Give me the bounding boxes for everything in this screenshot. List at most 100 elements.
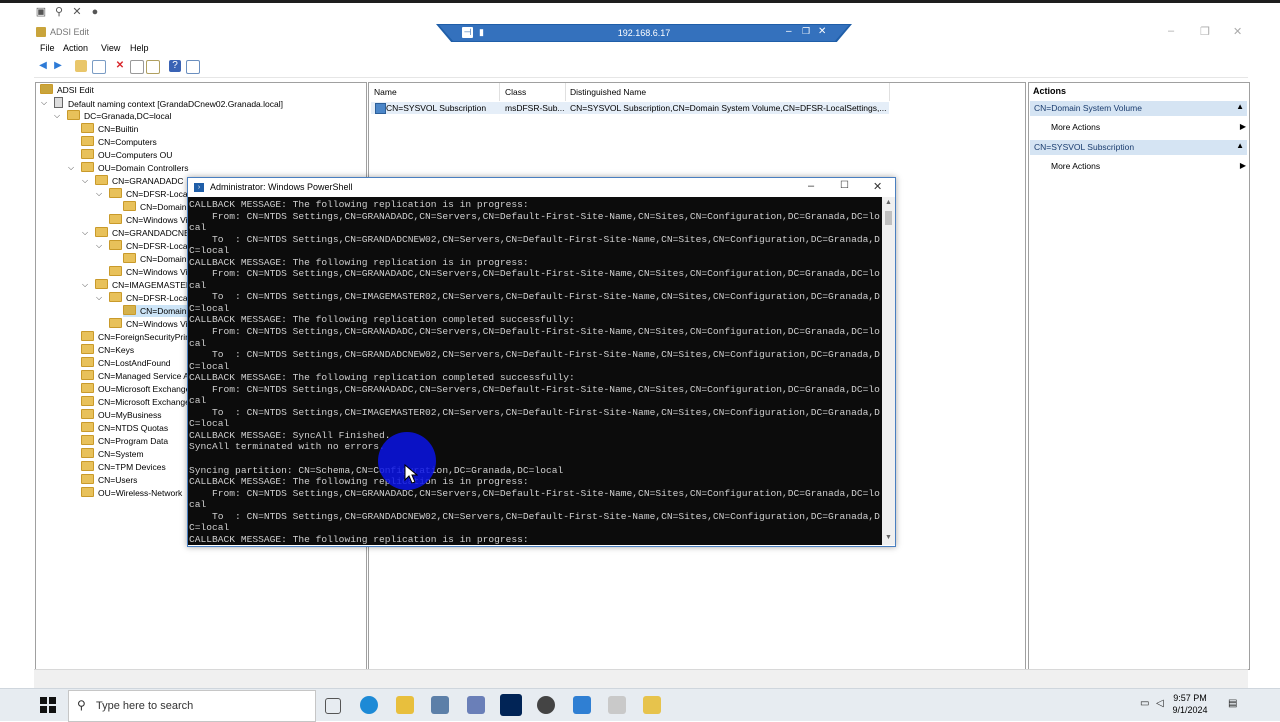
back-arrow-icon[interactable]: ◀ (37, 60, 49, 72)
collapse-up-icon[interactable]: ▲ (1236, 102, 1244, 111)
tree-item[interactable]: CN=Windows Vir (109, 266, 190, 278)
chevron-down-icon[interactable]: ⌵ (68, 162, 76, 174)
collapse-up-icon[interactable]: ▲ (1236, 141, 1244, 150)
powershell-titlebar[interactable]: › Administrator: Windows PowerShell – ☐ … (188, 178, 895, 197)
tree-item[interactable]: CN=LostAndFound (81, 357, 171, 369)
powershell-taskbar-icon[interactable] (500, 694, 522, 716)
tree-root[interactable]: ADSI Edit (40, 84, 94, 96)
restore-button[interactable]: ❐ (1200, 25, 1210, 38)
tree-item[interactable]: CN=Domain (123, 253, 187, 265)
chevron-down-icon[interactable]: ⌵ (82, 227, 90, 239)
tools-icon[interactable]: ✕ (71, 6, 83, 18)
ps-minimize-button[interactable]: – (808, 180, 814, 192)
tree-item[interactable]: CN=NTDS Quotas (81, 422, 168, 434)
column-header-dn[interactable]: Distinguished Name (570, 86, 646, 98)
clock[interactable]: 9:57 PM 9/1/2024 (1168, 692, 1212, 716)
tree-item[interactable]: CN=Managed Service Ac (81, 370, 193, 382)
scrollbar-thumb[interactable] (885, 211, 892, 225)
server-manager-icon[interactable] (431, 696, 449, 714)
more-actions-link[interactable]: More Actions (1051, 122, 1100, 132)
ps-close-button[interactable]: ✕ (873, 180, 882, 193)
column-divider[interactable] (889, 83, 890, 101)
edge-icon[interactable] (360, 696, 378, 714)
column-divider[interactable] (499, 83, 500, 101)
volume-icon[interactable]: ◁ (1156, 698, 1164, 709)
submenu-arrow-icon[interactable]: ▶ (1240, 122, 1246, 131)
tree-item[interactable]: CN=GRANADADC (95, 175, 184, 187)
tree-item[interactable]: CN=Program Data (81, 435, 168, 447)
remote-minimize-icon[interactable]: – (786, 26, 792, 37)
delete-icon[interactable]: ✕ (114, 60, 126, 72)
menu-file[interactable]: File (40, 43, 55, 53)
scroll-up-icon[interactable]: ▲ (885, 199, 892, 206)
tree-item[interactable]: CN=Keys (81, 344, 134, 356)
tree-item-selected[interactable]: CN=Domain (123, 305, 191, 317)
tree-item[interactable]: CN=Windows Vir (109, 318, 190, 330)
tree-naming-context[interactable]: Default naming context [GrandaDCnew02.Gr… (54, 97, 283, 109)
remote-connection-bar[interactable]: ⊣ ▮ 192.168.6.17 – ❐ ✕ (436, 24, 852, 43)
tree-item[interactable]: CN=ForeignSecurityPrin (81, 331, 190, 343)
column-divider[interactable] (565, 83, 566, 101)
tree-item[interactable]: CN=Windows Vir (109, 214, 190, 226)
minimize-button[interactable]: – (1168, 25, 1174, 37)
close-button[interactable]: ✕ (1233, 25, 1242, 38)
chevron-down-icon[interactable]: ⌵ (82, 279, 90, 291)
info-icon[interactable]: ● (89, 6, 101, 18)
tree-item[interactable]: CN=Microsoft Exchange (81, 396, 190, 408)
tree-item[interactable]: CN=DFSR-LocalS (109, 240, 195, 252)
tree-item[interactable]: OU=Microsoft Exchange (81, 383, 190, 395)
tree-item[interactable]: CN=IMAGEMASTER0 (95, 279, 197, 291)
show-action-pane-icon[interactable] (186, 60, 200, 74)
menu-action[interactable]: Action (63, 43, 88, 53)
remote-close-icon[interactable]: ✕ (818, 26, 826, 37)
chevron-down-icon[interactable]: ⌵ (54, 110, 62, 122)
taskbar-search-box[interactable]: ⚲ Type here to search (68, 690, 316, 722)
toolbox-icon[interactable]: ▣ (35, 6, 47, 18)
table-row[interactable]: CN=SYSVOL Subscription msDFSR-Sub... CN=… (371, 102, 889, 114)
more-actions-link[interactable]: More Actions (1051, 161, 1100, 171)
tree-item[interactable]: OU=Wireless-Network (81, 487, 182, 499)
document-icon[interactable] (608, 696, 626, 714)
tree-item[interactable]: CN=DFSR-LocalS (109, 292, 195, 304)
console-scrollbar[interactable]: ▲ ▼ (882, 197, 895, 545)
export-list-icon[interactable] (146, 60, 160, 74)
windows-start-icon[interactable] (40, 697, 56, 713)
menu-view[interactable]: View (101, 43, 120, 53)
show-hide-tree-icon[interactable] (92, 60, 106, 74)
task-view-icon[interactable] (325, 698, 341, 714)
chevron-down-icon[interactable]: ⌵ (96, 240, 104, 252)
tree-item[interactable]: CN=Builtin (81, 123, 138, 135)
column-header-name[interactable]: Name (374, 86, 397, 98)
key-icon[interactable]: ⚲ (53, 6, 65, 18)
chevron-down-icon[interactable]: ⌵ (82, 175, 90, 187)
notepad-icon[interactable] (643, 696, 661, 714)
network-tool-icon[interactable] (573, 696, 591, 714)
powershell-window[interactable]: › Administrator: Windows PowerShell – ☐ … (187, 177, 896, 547)
tree-item[interactable]: CN=Domain (123, 201, 187, 213)
network-icon[interactable]: ▭ (1140, 698, 1149, 709)
console-output[interactable]: CALLBACK MESSAGE: The following replicat… (188, 197, 882, 545)
properties-icon[interactable] (130, 60, 144, 74)
help-icon[interactable]: ? (169, 60, 181, 72)
up-folder-icon[interactable] (75, 60, 87, 72)
tree-item[interactable]: CN=System (81, 448, 144, 460)
submenu-arrow-icon[interactable]: ▶ (1240, 161, 1246, 170)
tree-domain[interactable]: DC=Granada,DC=local (67, 110, 171, 122)
menu-help[interactable]: Help (130, 43, 149, 53)
column-header-class[interactable]: Class (505, 86, 526, 98)
ps-maximize-button[interactable]: ☐ (840, 180, 849, 191)
tree-item[interactable]: CN=Users (81, 474, 137, 486)
action-section-header[interactable]: CN=Domain System Volume ▲ (1030, 101, 1247, 116)
chevron-down-icon[interactable]: ⌵ (41, 97, 49, 109)
file-explorer-icon[interactable] (396, 696, 414, 714)
chevron-down-icon[interactable]: ⌵ (96, 188, 104, 200)
tree-item[interactable]: OU=MyBusiness (81, 409, 162, 421)
tree-item[interactable]: CN=Computers (81, 136, 157, 148)
tree-item[interactable]: OU=Domain Controllers (81, 162, 188, 174)
ad-users-icon[interactable] (467, 696, 485, 714)
chevron-down-icon[interactable]: ⌵ (96, 292, 104, 304)
forward-arrow-icon[interactable]: ▶ (52, 60, 64, 72)
settings-gear-icon[interactable] (537, 696, 555, 714)
remote-restore-icon[interactable]: ❐ (802, 26, 810, 37)
notifications-icon[interactable]: ▤ (1228, 698, 1237, 709)
